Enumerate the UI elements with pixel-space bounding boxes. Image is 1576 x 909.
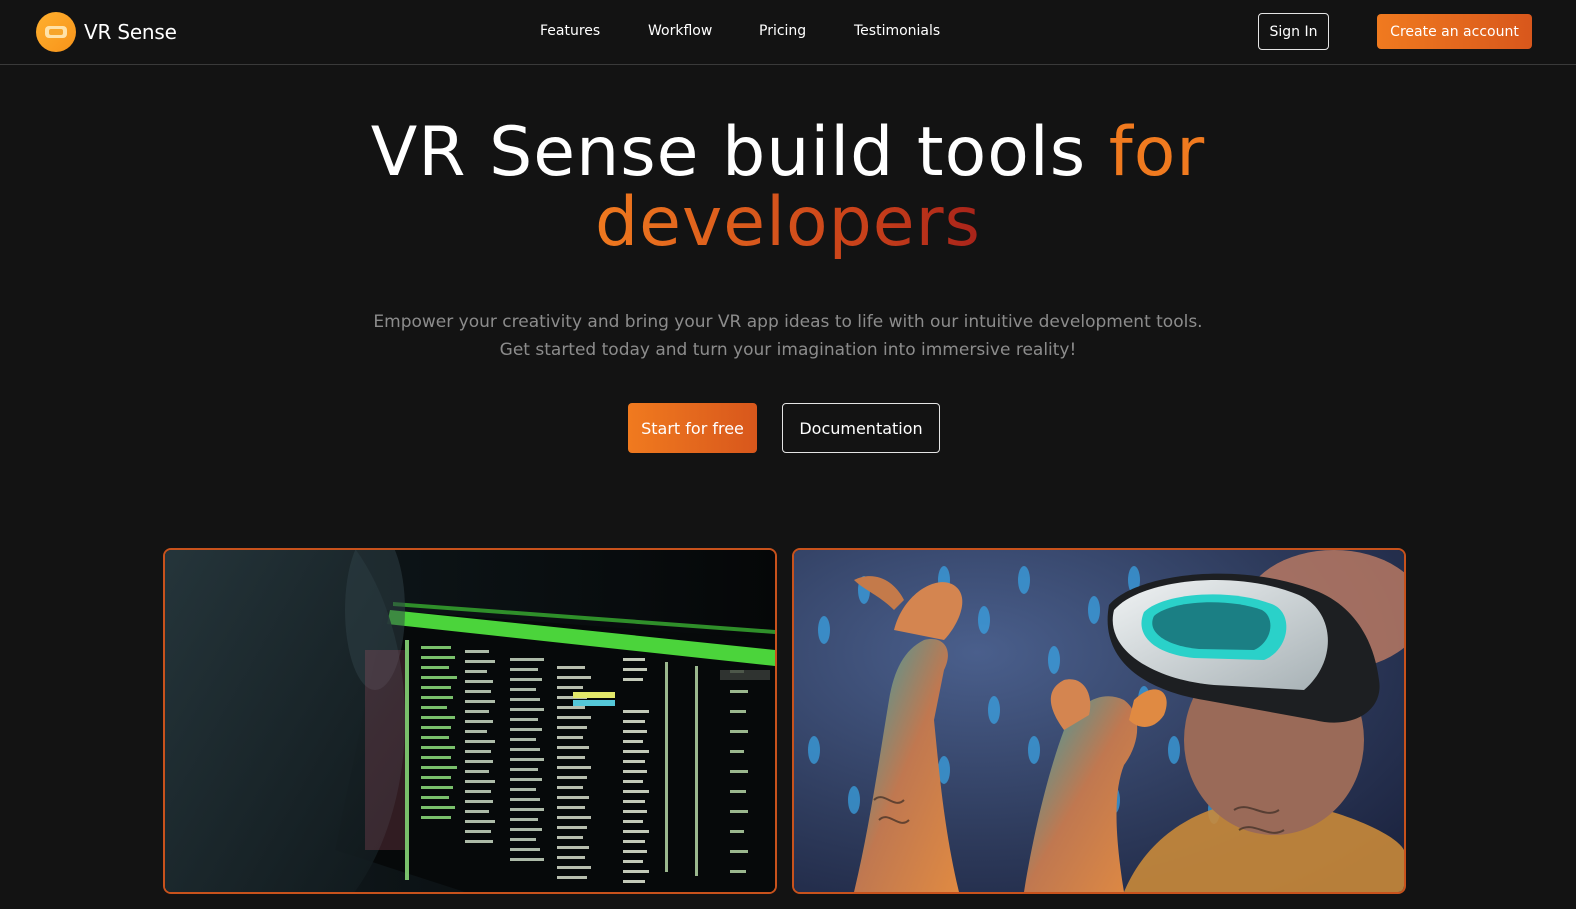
brand-logo-link[interactable]: VR Sense xyxy=(36,12,177,52)
hero-title-accent-for: for xyxy=(1108,113,1206,192)
nav-link-workflow[interactable]: Workflow xyxy=(648,23,712,39)
brand-name: VR Sense xyxy=(84,20,177,44)
hero-subtitle: Empower your creativity and bring your V… xyxy=(300,308,1276,364)
top-navbar: VR Sense Features Workflow Pricing Testi… xyxy=(0,0,1576,65)
nav-link-pricing[interactable]: Pricing xyxy=(759,23,806,39)
terminal-screen-image xyxy=(163,548,777,894)
vr-headset-icon xyxy=(36,12,76,52)
sign-in-button[interactable]: Sign In xyxy=(1258,13,1329,50)
hero-title-accent-developers: developers xyxy=(595,183,981,262)
hero-title: VR Sense build tools for developers xyxy=(0,118,1576,258)
hero-title-main: VR Sense build tools xyxy=(370,113,1109,192)
nav-link-features[interactable]: Features xyxy=(540,23,600,39)
hero-subtitle-line1: Empower your creativity and bring your V… xyxy=(373,312,1203,332)
vr-headset-user-image xyxy=(792,548,1406,894)
hero-subtitle-line2: Get started today and turn your imaginat… xyxy=(499,340,1077,360)
start-for-free-button[interactable]: Start for free xyxy=(628,403,757,453)
documentation-button[interactable]: Documentation xyxy=(782,403,940,453)
nav-link-testimonials[interactable]: Testimonials xyxy=(854,23,940,39)
create-account-button[interactable]: Create an account xyxy=(1377,14,1532,49)
